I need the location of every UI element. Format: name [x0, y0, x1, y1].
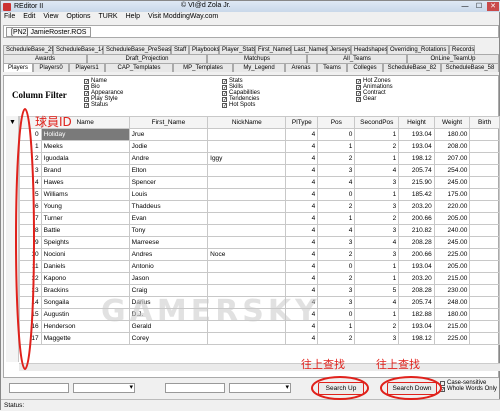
annotation-search-down-label: 往上查找 [376, 358, 420, 371]
annotation-search-up-oval [311, 376, 369, 400]
annotation-player-id-label: 球員ID [35, 115, 72, 129]
app-window: REditor II © VI@d Zola Jr. — ☐ ✕ File Ed… [0, 0, 500, 411]
annotation-id-oval [15, 108, 35, 370]
annotation-overlay [15, 108, 442, 400]
annotation-search-up-label: 往上查找 [301, 358, 345, 371]
annotation-search-down-oval [380, 376, 442, 400]
